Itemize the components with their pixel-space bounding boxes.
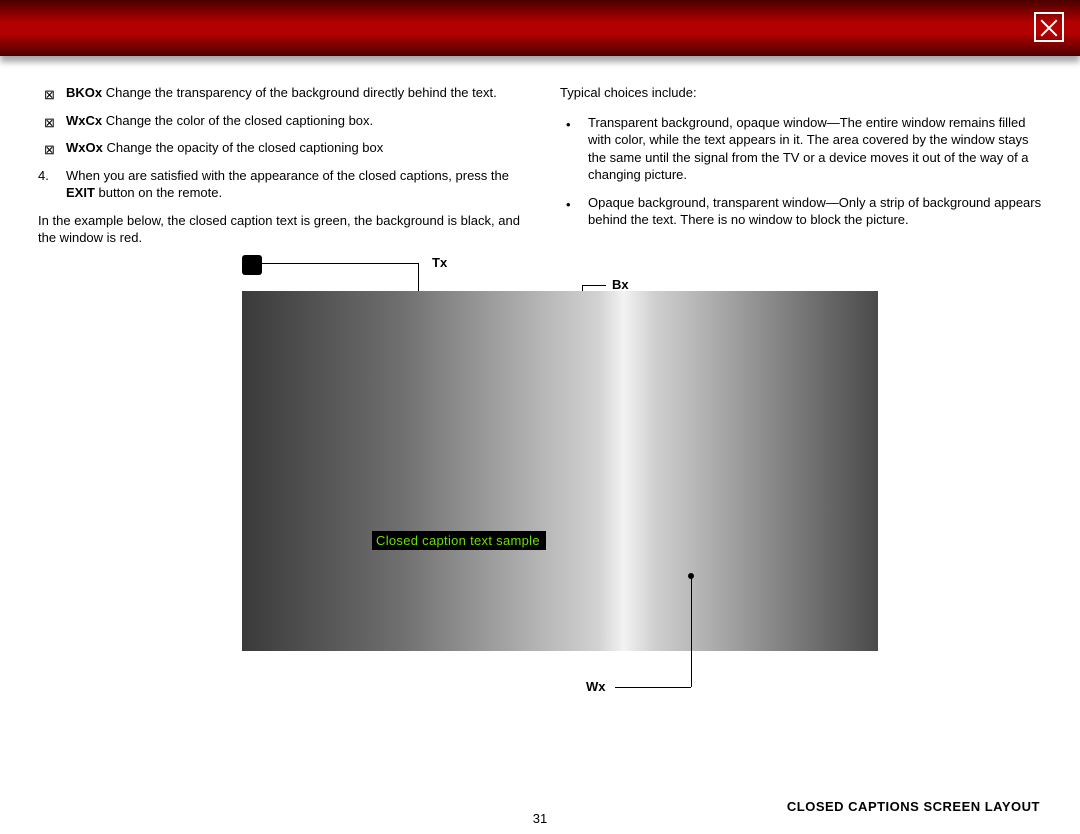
callout-line [691,577,692,687]
typical-intro: Typical choices include: [560,84,1042,102]
tv-screen: Closed caption text sample [242,291,878,651]
bullet-icon: • [566,196,571,214]
example-paragraph: In the example below, the closed caption… [38,212,520,247]
footer-caption: CLOSED CAPTIONS SCREEN LAYOUT [787,799,1040,814]
typical-list: • Transparent background, opaque window—… [560,114,1042,229]
typical-item: • Transparent background, opaque window—… [560,114,1042,184]
label-wx: Wx [586,679,606,694]
cell-icon [242,255,262,275]
right-column: Typical choices include: • Transparent b… [560,84,1042,259]
callout-line [262,263,418,264]
label-tx: Tx [432,255,447,270]
option-item: ⊠ BKOx Change the transparency of the ba… [38,84,520,102]
bullet-icon: ⊠ [44,86,55,104]
diagram: Tx Bx Closed caption text sample Wx [38,263,1042,703]
option-term: WxCx [66,113,102,128]
option-desc: Change the transparency of the backgroun… [102,85,497,100]
page-number: 31 [533,811,547,826]
typical-text: Opaque background, transparent window—On… [588,195,1041,228]
typical-item: • Opaque background, transparent window—… [560,194,1042,229]
options-list: ⊠ BKOx Change the transparency of the ba… [38,84,520,157]
option-item: ⊠ WxOx Change the opacity of the closed … [38,139,520,157]
callout-line [582,285,606,286]
step-text: When you are satisfied with the appearan… [66,168,509,183]
step-text: button on the remote. [95,185,222,200]
typical-text: Transparent background, opaque window—Th… [588,115,1029,183]
header-band [0,0,1080,56]
option-term: BKOx [66,85,102,100]
step-list: 4. When you are satisfied with the appea… [38,167,520,202]
label-bx: Bx [612,277,629,292]
content-columns: ⊠ BKOx Change the transparency of the ba… [0,56,1080,259]
bullet-icon: ⊠ [44,114,55,132]
closed-caption-sample: Closed caption text sample [372,531,546,550]
step-item: 4. When you are satisfied with the appea… [38,167,520,202]
option-term: WxOx [66,140,103,155]
bullet-icon: ⊠ [44,141,55,159]
callout-line [615,687,691,688]
step-number: 4. [38,167,49,185]
option-desc: Change the color of the closed captionin… [102,113,373,128]
bullet-icon: • [566,116,571,134]
step-bold: EXIT [66,185,95,200]
option-item: ⊠ WxCx Change the color of the closed ca… [38,112,520,130]
placeholder-icon [1034,12,1064,42]
option-desc: Change the opacity of the closed caption… [103,140,383,155]
left-column: ⊠ BKOx Change the transparency of the ba… [38,84,520,259]
